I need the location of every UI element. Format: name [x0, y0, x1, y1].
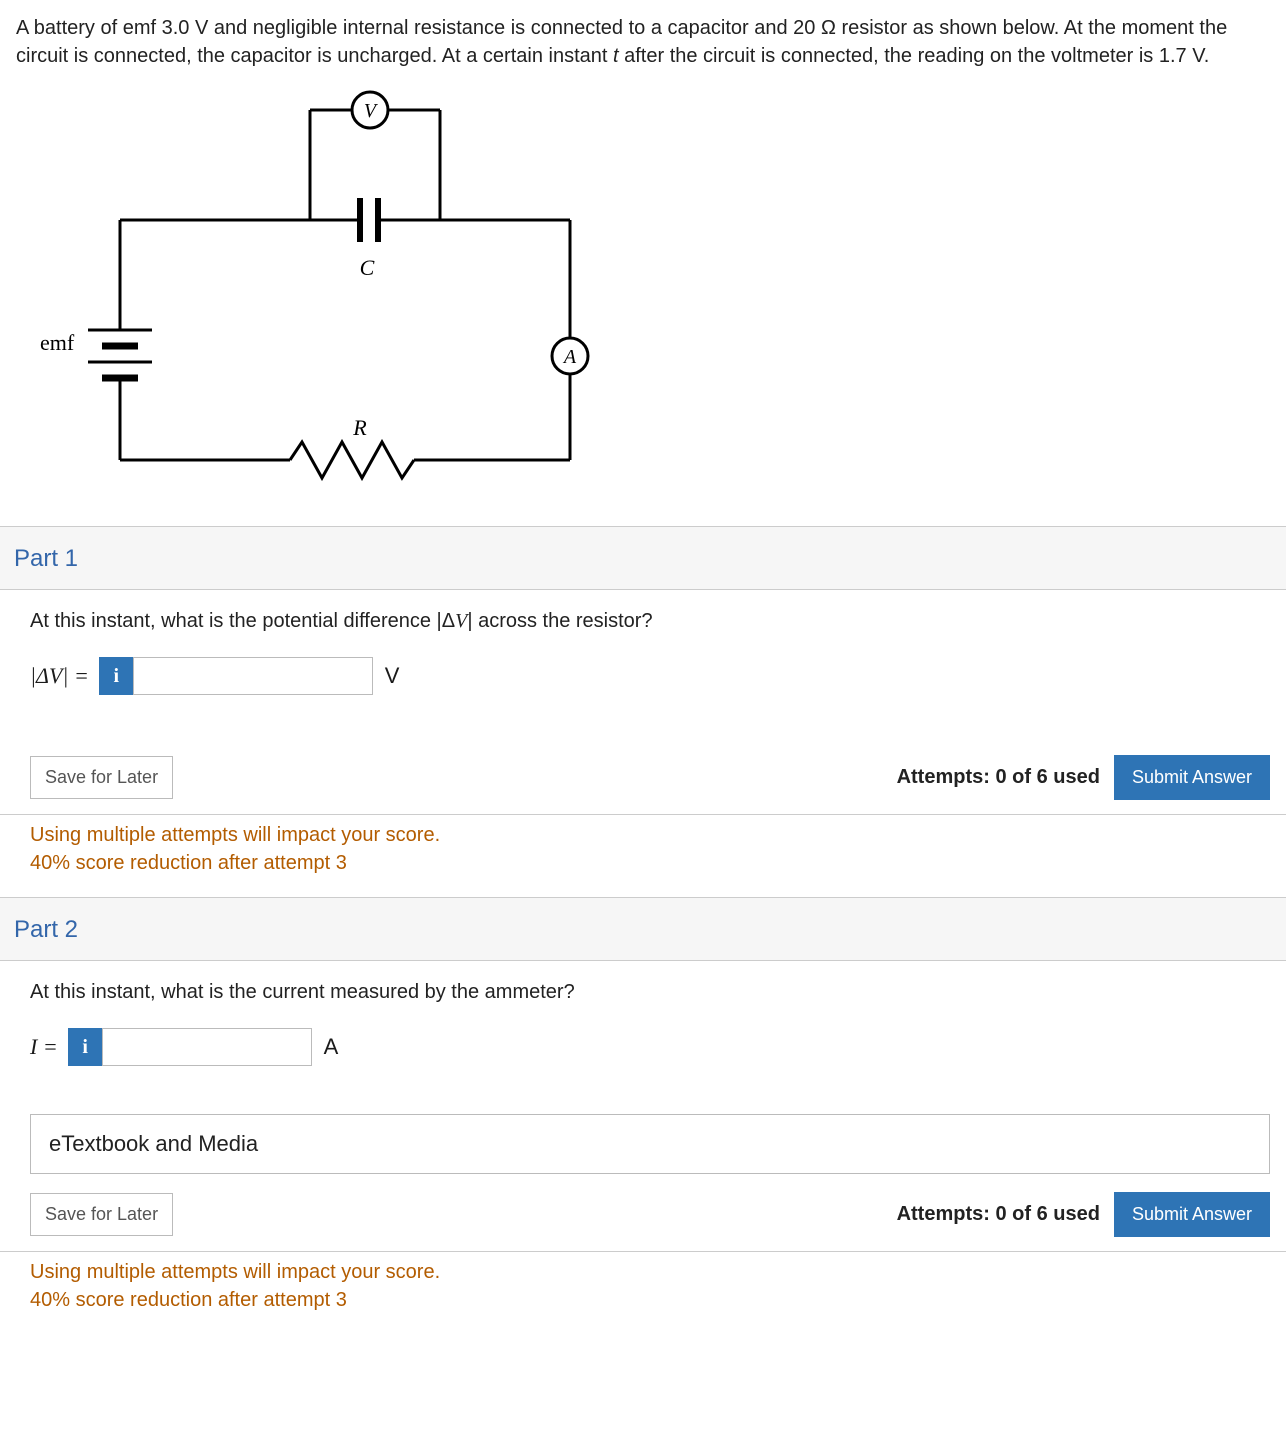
part-2-answer-label: I =	[30, 1034, 58, 1060]
circuit-figure: V C emf A R	[0, 82, 1286, 526]
part-2-actions: Save for Later Attempts: 0 of 6 used Sub…	[30, 1192, 1270, 1247]
part-2-answer-input[interactable]	[102, 1028, 312, 1066]
part-1-answer-input[interactable]	[133, 657, 373, 695]
part-1-answer-row: |ΔV| = i V	[30, 657, 1270, 695]
part-2-hint: Using multiple attempts will impact your…	[0, 1252, 1286, 1320]
save-for-later-button[interactable]: Save for Later	[30, 1193, 173, 1236]
problem-statement: A battery of emf 3.0 V and negligible in…	[0, 0, 1286, 82]
part-1-title: Part 1	[14, 545, 78, 572]
resistor-label: R	[352, 415, 367, 440]
part-2-answer-row: I = i A	[30, 1028, 1270, 1066]
part-2-title: Part 2	[14, 916, 78, 943]
info-icon[interactable]: i	[68, 1028, 102, 1066]
part-1-actions: Save for Later Attempts: 0 of 6 used Sub…	[30, 755, 1270, 810]
info-icon[interactable]: i	[99, 657, 133, 695]
ammeter-label: A	[562, 346, 577, 368]
part-1-hint: Using multiple attempts will impact your…	[0, 815, 1286, 897]
problem-text-b: after the circuit is connected, the read…	[619, 45, 1210, 67]
part-2-unit: A	[324, 1034, 339, 1060]
part-1-attempts: Attempts: 0 of 6 used	[897, 766, 1100, 789]
submit-answer-button[interactable]: Submit Answer	[1114, 1192, 1270, 1237]
part-1-header: Part 1	[0, 526, 1286, 590]
part-1-prompt: At this instant, what is the potential d…	[30, 610, 1270, 633]
capacitor-label: C	[360, 255, 375, 280]
circuit-svg: V C emf A R	[10, 90, 610, 490]
etextbook-media-button[interactable]: eTextbook and Media	[30, 1114, 1270, 1174]
part-2-body: At this instant, what is the current mea…	[0, 961, 1286, 1252]
emf-label: emf	[40, 330, 75, 355]
part-1-unit: V	[385, 663, 400, 689]
part-2-attempts: Attempts: 0 of 6 used	[897, 1203, 1100, 1226]
resistor-icon	[290, 442, 414, 478]
part-1-answer-label: |ΔV| =	[30, 663, 89, 689]
submit-answer-button[interactable]: Submit Answer	[1114, 755, 1270, 800]
part-2-prompt: At this instant, what is the current mea…	[30, 981, 1270, 1004]
part-2-header: Part 2	[0, 897, 1286, 961]
save-for-later-button[interactable]: Save for Later	[30, 756, 173, 799]
part-1-body: At this instant, what is the potential d…	[0, 590, 1286, 815]
